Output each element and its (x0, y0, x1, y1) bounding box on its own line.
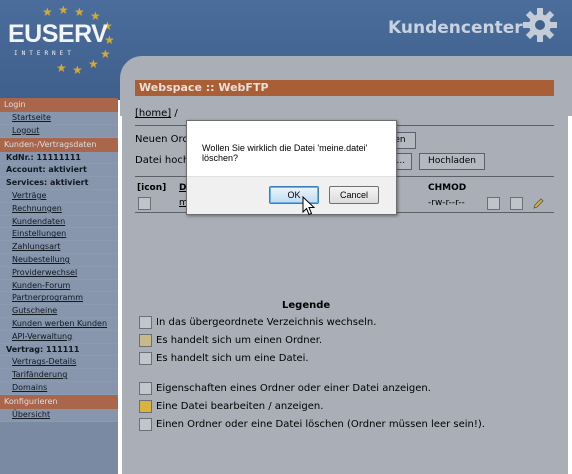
gear-icon (523, 8, 557, 42)
sidebar-item-api-verwaltung[interactable]: API-Verwaltung (0, 330, 118, 344)
dialog-button-bar: OK Cancel (187, 176, 396, 214)
euserv-logo[interactable]: ★ ★ ★ ★ ★ ★ ★ ★ ★ ★ EUSERV INTERNET (6, 4, 118, 76)
sidebar-item-providerwechsel[interactable]: Providerwechsel (0, 266, 118, 280)
sidebar-item-kunden-forum[interactable]: Kunden-Forum (0, 279, 118, 293)
sidebar-item-domains[interactable]: Domains (0, 381, 118, 395)
sidebar-item-logout[interactable]: Logout (0, 124, 118, 138)
star-icon: ★ (100, 47, 111, 61)
confirm-dialog: Wollen Sie wirklich die Datei 'meine.dat… (186, 120, 397, 215)
star-icon: ★ (88, 57, 99, 71)
breadcrumb-home[interactable]: [home] (135, 108, 171, 119)
file-icon (138, 197, 151, 210)
sidebar-item-rechnungen[interactable]: Rechnungen (0, 202, 118, 216)
services-status: Services: aktiviert (0, 177, 118, 190)
file-icon (139, 352, 152, 365)
legend-item: In das übergeordnete Verzeichnis wechsel… (139, 316, 376, 329)
breadcrumb-separator: / (174, 108, 178, 119)
upload-label: Datei hoch (135, 155, 190, 166)
app-title: Kundencenter (388, 18, 523, 38)
star-icon: ★ (56, 61, 67, 75)
legend-title: Legende (282, 300, 331, 311)
legend-item: Es handelt sich um einen Ordner. (139, 334, 322, 347)
legend-item: Einen Ordner oder eine Datei löschen (Or… (139, 418, 485, 431)
sidebar-item-startseite[interactable]: Startseite (0, 112, 118, 125)
sidebar-item-tarifaenderung[interactable]: Tarifänderung (0, 369, 118, 382)
sidebar-item-vertrags-details[interactable]: Vertrags-Details (0, 356, 118, 370)
sidebar-item-gutscheine[interactable]: Gutscheine (0, 305, 118, 318)
mouse-cursor-icon (302, 196, 316, 216)
sidebar-item-zahlungsart[interactable]: Zahlungsart (0, 241, 118, 254)
star-icon: ★ (72, 63, 83, 77)
sidebar-item-uebersicht[interactable]: Übersicht (0, 408, 118, 422)
cancel-button[interactable]: Cancel (329, 186, 379, 204)
sidebar-item-neubestellung[interactable]: Neubestellung (0, 253, 118, 267)
sidebar: Login Startseite Logout Kunden-/Vertrags… (0, 98, 118, 474)
breadcrumb: [home] / (135, 108, 178, 119)
properties-icon[interactable] (487, 197, 500, 210)
star-icon: ★ (42, 5, 53, 19)
sidebar-section-login: Login (0, 98, 118, 112)
col-header-icon: [icon] (137, 183, 167, 193)
dialog-message: Wollen Sie wirklich die Datei 'meine.dat… (202, 143, 368, 163)
star-icon: ★ (74, 5, 85, 19)
edit-pencil-icon (139, 400, 152, 413)
sidebar-item-kunden-werben-kunden[interactable]: Kunden werben Kunden (0, 317, 118, 331)
parent-folder-icon (139, 316, 152, 329)
logo-subtext: INTERNET (14, 50, 75, 57)
legend-item: Eigenschaften eines Ordner oder einer Da… (139, 382, 431, 395)
sidebar-section-konfigurieren: Konfigurieren (0, 394, 118, 409)
account-status: Account: aktiviert (0, 164, 118, 178)
logo-text: EUSERV (8, 20, 108, 48)
upload-button[interactable]: Hochladen (419, 153, 485, 170)
delete-icon (139, 418, 152, 431)
legend-item: Eine Datei bearbeiten / anzeigen. (139, 400, 323, 413)
legend-item: Es handelt sich um eine Datei. (139, 352, 309, 365)
delete-icon[interactable] (510, 197, 523, 210)
sidebar-item-partnerprogramm[interactable]: Partnerprogramm (0, 292, 118, 306)
properties-icon (139, 382, 152, 395)
star-icon: ★ (58, 3, 69, 17)
page-title: Webspace :: WebFTP (135, 80, 554, 96)
customer-number: KdNr.: 11111111 (0, 151, 118, 165)
sidebar-section-kundendaten: Kunden-/Vertragsdaten (0, 137, 118, 152)
edit-pencil-icon[interactable] (532, 197, 545, 210)
folder-icon (139, 334, 152, 347)
file-chmod: -rw-r--r-- (428, 198, 465, 208)
col-header-chmod: CHMOD (428, 183, 467, 193)
sidebar-item-kundendaten[interactable]: Kundendaten (0, 215, 118, 229)
sidebar-item-vertraege[interactable]: Verträge (0, 189, 118, 203)
sidebar-item-einstellungen[interactable]: Einstellungen (0, 228, 118, 242)
contract-number: Vertrag: 111111 (0, 343, 118, 357)
